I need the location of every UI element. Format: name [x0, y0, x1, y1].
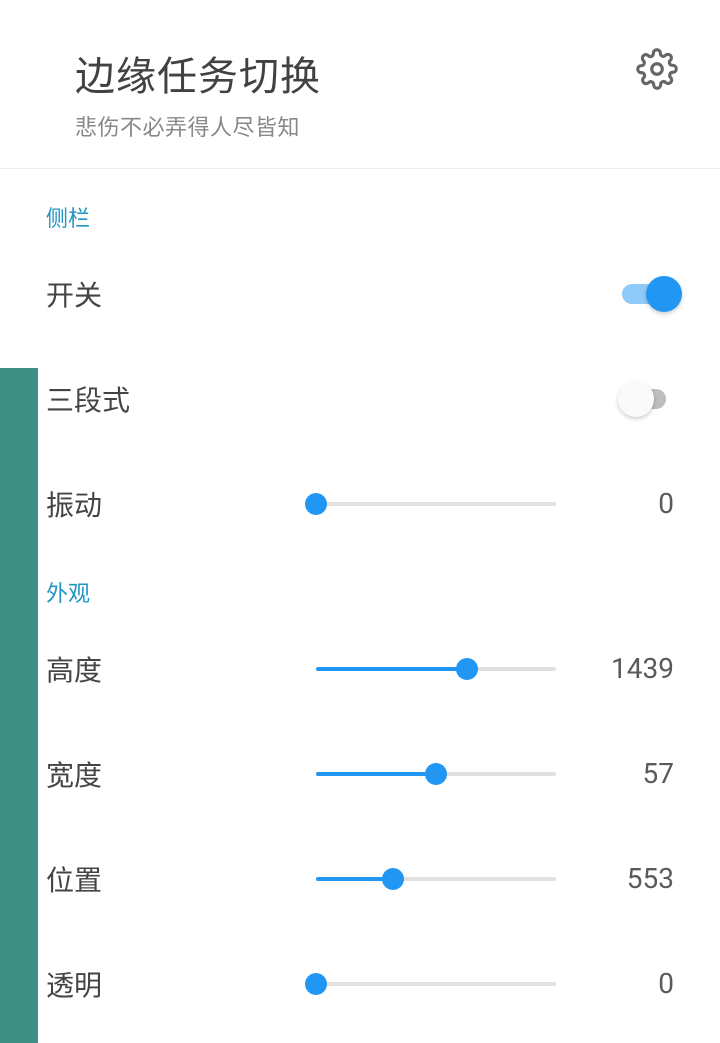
switch-thumb	[646, 276, 682, 312]
setting-row-height: 高度 1439	[0, 616, 720, 721]
opacity-slider[interactable]	[316, 982, 654, 986]
setting-label-position: 位置	[46, 859, 221, 899]
slider-track	[316, 667, 556, 671]
page-title: 边缘任务切换	[75, 44, 680, 102]
slider-fill	[316, 772, 436, 776]
slider-thumb[interactable]	[305, 973, 327, 995]
slider-track	[316, 877, 556, 881]
setting-row-opacity: 透明 0	[0, 931, 720, 1036]
three-stage-toggle[interactable]	[622, 381, 674, 417]
header: 边缘任务切换 悲伤不必弄得人尽皆知	[0, 0, 720, 169]
opacity-value: 0	[658, 967, 674, 1000]
slider-thumb[interactable]	[425, 763, 447, 785]
setting-label-opacity: 透明	[46, 964, 221, 1004]
section-label-sidebar: 侧栏	[0, 169, 720, 241]
height-value: 1439	[611, 652, 674, 685]
settings-button[interactable]	[636, 48, 678, 90]
height-slider[interactable]	[316, 667, 654, 671]
vibration-slider[interactable]	[316, 502, 654, 506]
setting-label-power: 开关	[46, 274, 221, 314]
setting-row-vibration: 振动 0	[0, 451, 720, 556]
gear-icon	[636, 75, 678, 94]
setting-label-three-stage: 三段式	[46, 379, 221, 419]
setting-row-power: 开关	[0, 241, 720, 346]
position-slider[interactable]	[316, 877, 654, 881]
setting-row-three-stage: 三段式	[0, 346, 720, 451]
slider-track	[316, 772, 556, 776]
switch-thumb	[618, 381, 654, 417]
position-value: 553	[627, 862, 674, 895]
setting-label-height: 高度	[46, 649, 221, 689]
slider-track	[316, 982, 556, 986]
slider-thumb[interactable]	[305, 493, 327, 515]
width-slider[interactable]	[316, 772, 654, 776]
section-label-appearance: 外观	[0, 556, 720, 616]
setting-row-width: 宽度 57	[0, 721, 720, 826]
page-subtitle: 悲伤不必弄得人尽皆知	[75, 110, 680, 142]
width-value: 57	[643, 757, 674, 790]
slider-thumb[interactable]	[382, 868, 404, 890]
slider-fill	[316, 667, 467, 671]
vibration-value: 0	[658, 487, 674, 520]
slider-thumb[interactable]	[456, 658, 478, 680]
setting-row-position: 位置 553	[0, 826, 720, 931]
slider-track	[316, 502, 556, 506]
setting-label-width: 宽度	[46, 754, 221, 794]
setting-label-vibration: 振动	[46, 484, 221, 524]
power-toggle[interactable]	[622, 276, 674, 312]
